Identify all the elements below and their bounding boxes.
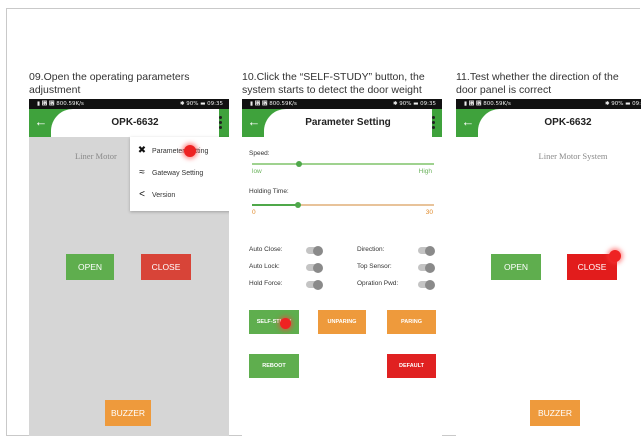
device-title: OPK-6632 [111,117,159,128]
status-bar: ▮ ␶ ␶ 800.59K/s ✱ 90% ▬ 09:35 [29,99,229,109]
control-panel: Liner Motor System OPEN CLOSE BUZZER [456,137,641,436]
menu-item-version[interactable]: < Version [134,187,175,203]
auto-close-label: Auto Close: [249,246,283,253]
app-bar: ← OPK-6632 [29,109,229,137]
phone-screen-2: ▮ ␶ ␶ 800.59K/s ✱ 90% ▬ 09:35 ← Paramete… [242,99,442,436]
auto-lock-label: Auto Lock: [249,263,280,270]
open-button[interactable]: OPEN [66,254,114,280]
tap-indicator [280,318,291,329]
step-11-line2: door panel is correct [456,84,552,96]
paring-button[interactable]: PARING [387,310,436,334]
phone-screen-3: ▮ ␶ ␶ 800.59K/s ✱ 90% ▬ 09: ← OPK-6632 L… [456,99,641,436]
status-left: ▮ ␶ ␶ 800.59K/s [37,101,84,107]
status-left: ▮ ␶ ␶ 800.59K/s [464,101,511,107]
menu-item-label: Version [151,192,176,199]
menu-item-parameter-setting[interactable]: ✖ Parameter Setting [134,143,209,159]
holding-slider-fill [252,204,298,206]
auto-lock-toggle[interactable] [306,262,323,273]
speed-slider-knob[interactable] [296,161,302,167]
status-left: ▮ ␶ ␶ 800.59K/s [250,101,297,107]
device-title: OPK-6632 [544,117,592,128]
app-bar: ← Parameter Setting [242,109,442,137]
step-09-line1: 09.Open the operating parameters [29,71,190,83]
speed-high-label: High [418,168,432,175]
step-10-caption: 10.Click the “SELF-STUDY” button, the sy… [242,71,425,97]
back-arrow-icon[interactable]: ← [460,114,476,130]
top-sensor-toggle[interactable] [418,262,435,273]
reboot-button[interactable]: REBOOT [249,354,299,378]
top-sensor-label: Top Sensor: [357,263,392,270]
screen-title: Parameter Setting [305,117,391,128]
direction-label: Direction: [357,246,385,253]
overflow-menu-icon[interactable] [219,116,223,130]
speed-label: Speed: [249,150,270,157]
default-button[interactable]: DEFAULT [387,354,436,378]
status-right: ✱ 90% ▬ 09:35 [179,101,223,107]
step-11-line1: 11.Test whether the direction of the [456,71,619,83]
unparing-button[interactable]: UNPARING [318,310,366,334]
close-button[interactable]: CLOSE [141,254,191,280]
system-label: Liner Motor System [538,151,608,161]
hold-force-toggle[interactable] [306,279,323,290]
app-bar: ← OPK-6632 [456,109,641,137]
speed-low-label: low [252,168,262,175]
step-10-line1: 10.Click the “SELF-STUDY” button, the [242,71,425,83]
step-09-line2: adjustment [29,84,81,96]
phone-screen-1: ▮ ␶ ␶ 800.59K/s ✱ 90% ▬ 09:35 ← OPK-6632… [29,99,229,436]
holding-slider-track [298,204,434,206]
step-09-caption: 09.Open the operating parameters adjustm… [29,71,190,97]
status-right: ✱ 90% ▬ 09: [604,101,641,107]
holding-time-label: Holding Time: [249,188,289,195]
tap-indicator [184,145,196,157]
buzzer-button[interactable]: BUZZER [530,400,580,426]
parameter-panel: Speed: low High Holding Time: 0 30 Auto … [242,137,442,436]
direction-toggle[interactable] [418,245,435,256]
open-button[interactable]: OPEN [491,254,541,280]
menu-item-label: Gateway Setting [151,170,204,177]
overflow-menu-icon[interactable] [432,116,436,130]
holding-min-label: 0 [252,209,256,216]
holding-slider-knob[interactable] [295,202,301,208]
back-arrow-icon[interactable]: ← [33,114,49,130]
speed-slider-track [252,163,434,165]
holding-max-label: 30 [425,209,433,216]
step-11-caption: 11.Test whether the direction of the doo… [456,71,619,97]
hold-force-label: Hold Force: [249,280,283,287]
status-bar: ▮ ␶ ␶ 800.59K/s ✱ 90% ▬ 09: [456,99,641,109]
opration-pwd-toggle[interactable] [418,279,435,290]
status-right: ✱ 90% ▬ 09:35 [392,101,436,107]
opration-pwd-label: Opration Pwd: [357,280,399,287]
menu-item-label: Parameter Setting [151,148,209,155]
share-icon: < [139,189,145,200]
overflow-dropdown: ✖ Parameter Setting ≈ Gateway Setting < … [130,137,229,211]
auto-close-toggle[interactable] [306,245,323,256]
buzzer-button[interactable]: BUZZER [105,400,151,426]
wifi-icon: ≈ [139,167,145,178]
back-arrow-icon[interactable]: ← [246,114,262,130]
tap-indicator [609,250,621,262]
status-bar: ▮ ␶ ␶ 800.59K/s ✱ 90% ▬ 09:35 [242,99,442,109]
step-10-line2: system starts to detect the door weight [242,84,422,96]
tools-icon: ✖ [137,145,147,156]
self-study-button[interactable]: SELF-STUDY [249,310,299,334]
menu-item-gateway-setting[interactable]: ≈ Gateway Setting [134,165,203,181]
